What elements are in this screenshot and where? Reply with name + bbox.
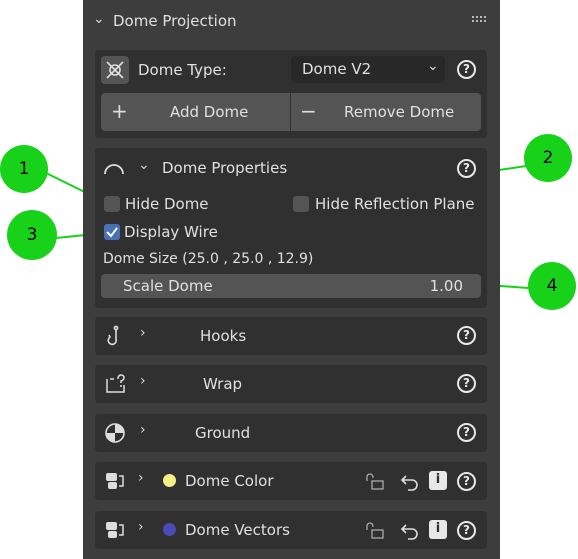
remove-dome-label: Remove Dome [344, 103, 455, 121]
help-icon[interactable]: ? [457, 472, 476, 491]
scale-dome-value: 1.00 [429, 277, 463, 295]
help-icon[interactable]: ? [457, 60, 476, 79]
unlock-icon[interactable] [365, 521, 385, 539]
section-label: Ground [195, 424, 251, 442]
panel-header[interactable]: ⌄ Dome Projection [83, 0, 500, 42]
color-dot [163, 523, 176, 536]
dome-color-section[interactable]: › Dome Color i ? [95, 462, 487, 500]
callout-4: 4 [528, 262, 576, 310]
info-icon[interactable]: i [429, 471, 447, 490]
chevron-right-icon: › [138, 470, 144, 486]
ground-icon [105, 423, 125, 443]
dome-color-icon [106, 473, 124, 489]
color-dot [163, 474, 176, 487]
info-icon[interactable]: i [429, 520, 447, 539]
wrap-icon [106, 374, 125, 393]
dome-type-select[interactable]: Dome V2 ⌄ [291, 56, 445, 83]
hide-dome-checkbox[interactable] [104, 196, 120, 212]
ground-section[interactable]: › Ground ? [95, 414, 487, 452]
callout-2: 2 [524, 134, 572, 182]
section-label: Wrap [203, 375, 243, 393]
chevron-right-icon: › [140, 373, 146, 389]
add-dome-button[interactable]: + Add Dome [101, 93, 290, 131]
dome-type-icon [101, 56, 129, 84]
callout-1: 1 [0, 145, 48, 193]
chevron-right-icon: › [140, 325, 146, 341]
hide-reflection-label: Hide Reflection Plane [315, 195, 475, 213]
help-icon[interactable]: ? [457, 521, 476, 540]
help-icon[interactable]: ? [457, 159, 476, 178]
chevron-right-icon: › [140, 422, 146, 438]
plus-icon: + [111, 99, 128, 123]
chevron-down-icon: ⌄ [138, 157, 150, 173]
display-wire-label: Display Wire [124, 223, 218, 241]
minus-icon: − [300, 99, 317, 123]
section-label: Dome Color [185, 472, 274, 490]
reset-icon[interactable] [400, 520, 420, 540]
section-label: Dome Vectors [185, 521, 290, 539]
scale-dome-slider[interactable]: Scale Dome 1.00 [101, 274, 481, 298]
chevron-right-icon: › [138, 519, 144, 535]
hook-icon [107, 325, 119, 346]
section-label: Hooks [200, 327, 247, 345]
dome-properties-title: Dome Properties [162, 159, 288, 177]
scale-dome-label: Scale Dome [123, 277, 213, 295]
grip-dots-icon[interactable] [472, 16, 488, 23]
dome-type-value: Dome V2 [302, 60, 372, 78]
callout-3: 3 [7, 210, 57, 260]
wrap-section[interactable]: › Wrap ? [95, 365, 487, 403]
hide-reflection-checkbox[interactable] [293, 196, 309, 212]
hooks-section[interactable]: › Hooks ? [95, 317, 487, 355]
hide-dome-label: Hide Dome [125, 195, 209, 213]
dome-properties-header[interactable]: ⌄ Dome Properties ? [95, 148, 487, 188]
dome-icon [104, 164, 124, 175]
dome-type-label: Dome Type: [138, 61, 227, 79]
dome-vectors-section[interactable]: › Dome Vectors i ? [95, 511, 487, 549]
add-dome-label: Add Dome [170, 103, 249, 121]
chevron-down-icon: ⌄ [93, 11, 105, 27]
panel-title: Dome Projection [113, 12, 237, 30]
unlock-icon[interactable] [365, 472, 385, 490]
help-icon[interactable]: ? [457, 374, 476, 393]
remove-dome-button[interactable]: − Remove Dome [291, 93, 481, 131]
reset-icon[interactable] [400, 471, 420, 491]
dome-size-text: Dome Size (25.0 , 25.0 , 12.9) [103, 251, 314, 267]
dome-vectors-icon [106, 522, 124, 538]
help-icon[interactable]: ? [457, 423, 476, 442]
chevron-down-icon: ⌄ [427, 58, 439, 74]
checkmark-icon [106, 227, 118, 238]
help-icon[interactable]: ? [457, 326, 476, 345]
display-wire-checkbox[interactable] [104, 224, 120, 240]
